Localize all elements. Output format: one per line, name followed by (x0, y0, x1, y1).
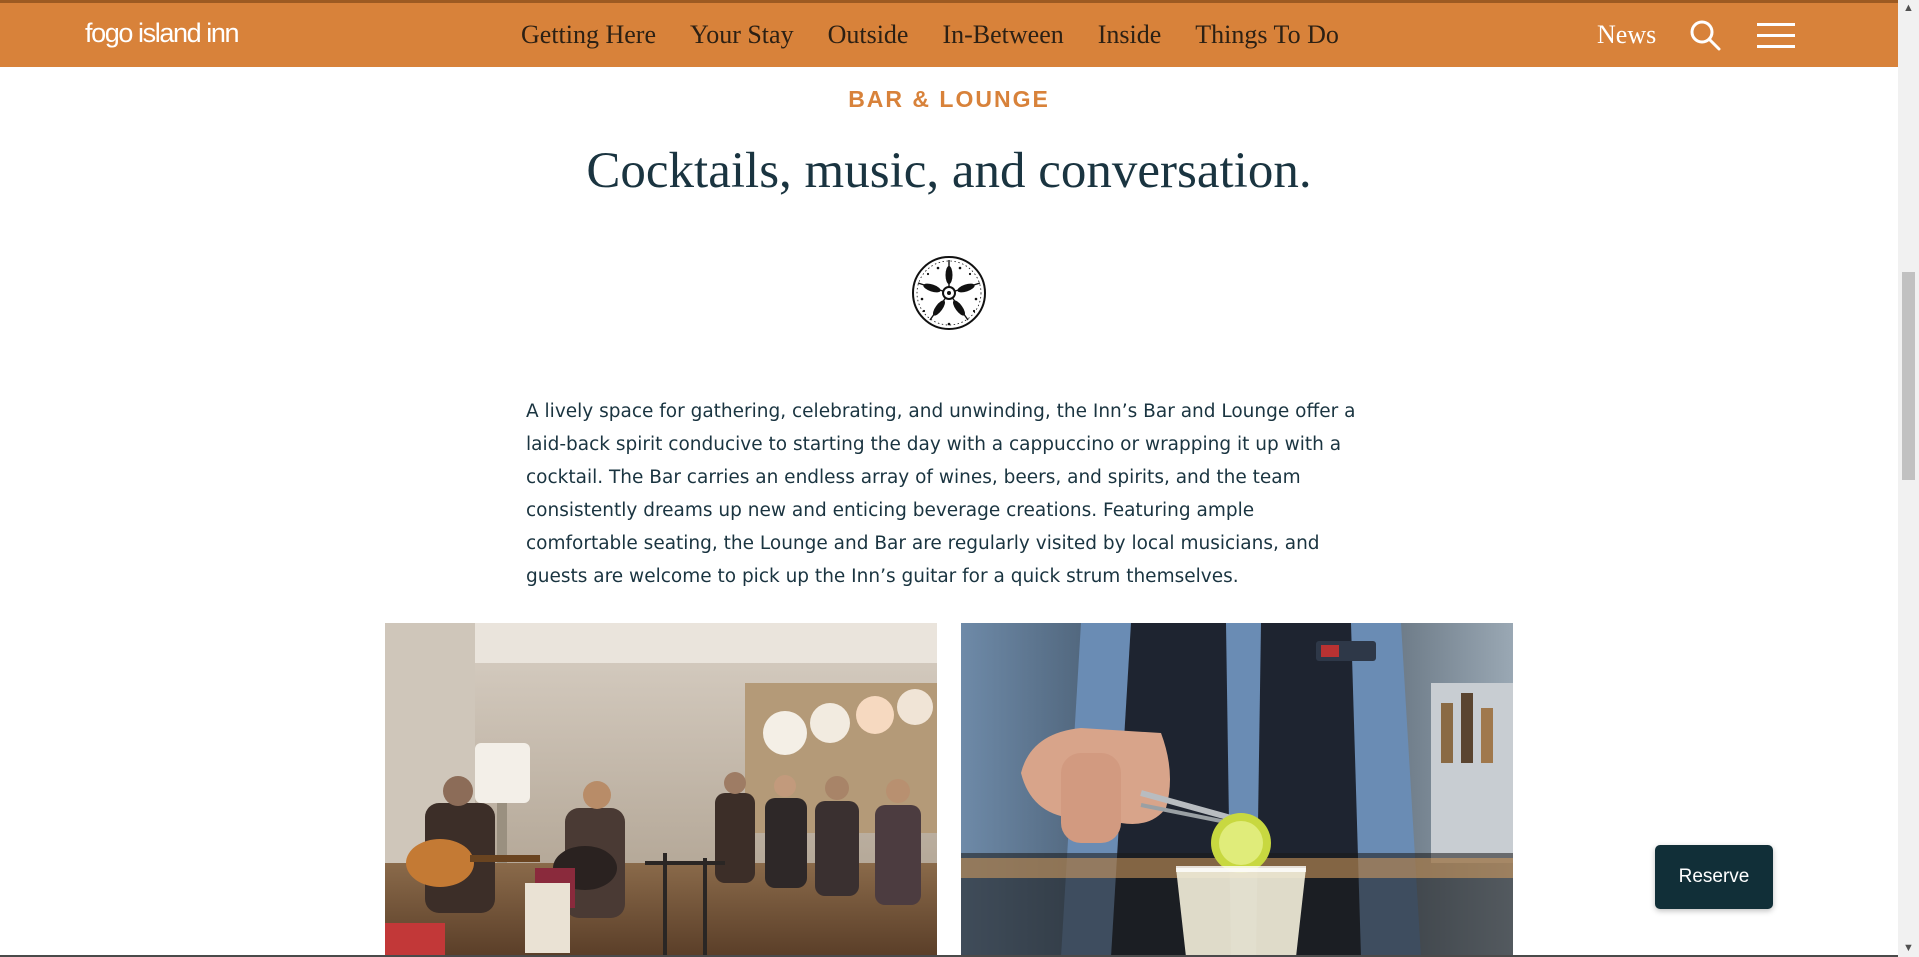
scrollbar-thumb[interactable] (1902, 272, 1915, 480)
nav-item-getting-here[interactable]: Getting Here (504, 17, 673, 53)
section-eyebrow: BAR & LOUNGE (848, 86, 1050, 112)
top-navigation-bar: fogo island inn Getting Here Your Stay O… (0, 0, 1898, 67)
scroll-down-arrow-icon[interactable]: ▼ (1898, 940, 1919, 957)
page: fogo island inn Getting Here Your Stay O… (0, 0, 1898, 957)
reserve-button[interactable]: Reserve (1655, 845, 1773, 909)
nav-item-in-between[interactable]: In-Between (925, 17, 1080, 53)
main-nav: Getting Here Your Stay Outside In-Betwee… (504, 17, 1356, 53)
vertical-scrollbar[interactable]: ▲ ▼ (1898, 0, 1919, 957)
hamburger-menu-icon[interactable] (1757, 23, 1795, 49)
section-headline: Cocktails, music, and conversation. (586, 143, 1312, 199)
site-logo[interactable]: fogo island inn (85, 18, 240, 49)
nav-item-things-to-do[interactable]: Things To Do (1178, 17, 1356, 53)
sea-urchin-emblem-icon (910, 254, 988, 332)
nav-item-your-stay[interactable]: Your Stay (673, 17, 811, 53)
search-icon[interactable] (1689, 19, 1721, 51)
bartender-cocktail-photo (961, 623, 1513, 957)
lounge-musicians-photo (385, 623, 937, 957)
nav-item-inside[interactable]: Inside (1081, 17, 1179, 53)
section-body-text: A lively space for gathering, celebratin… (526, 401, 1356, 587)
scroll-up-arrow-icon[interactable]: ▲ (1898, 0, 1919, 17)
nav-item-news[interactable]: News (1597, 17, 1656, 53)
nav-item-outside[interactable]: Outside (811, 17, 926, 53)
